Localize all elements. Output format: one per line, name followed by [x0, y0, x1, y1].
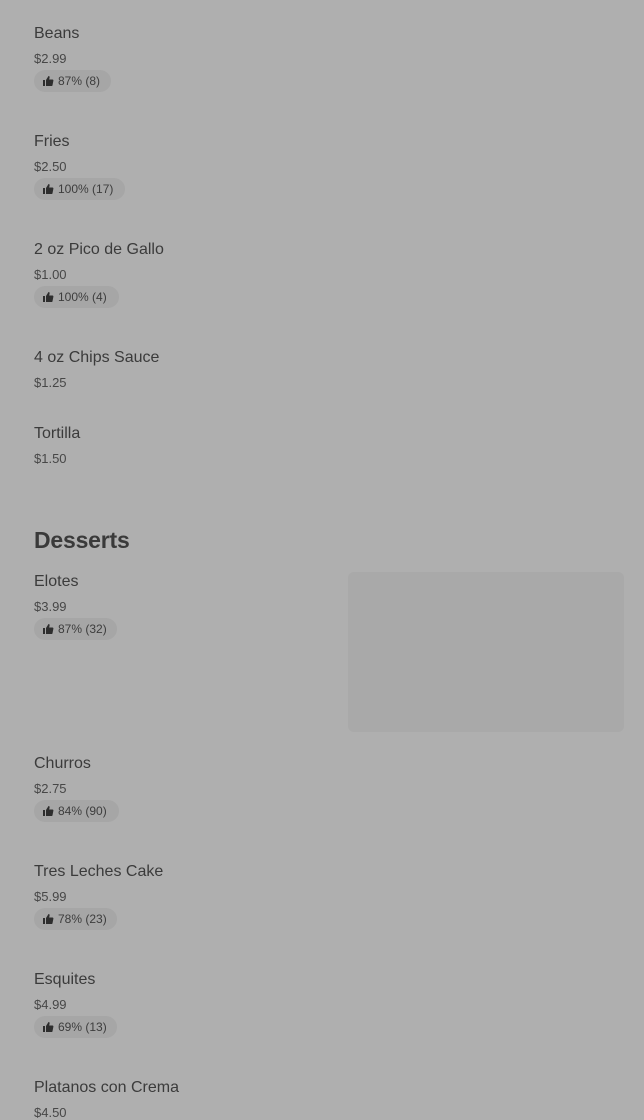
item-name: Platanos con Crema [34, 1079, 179, 1096]
menu-item-churros[interactable]: Churros $2.75 84% (90) [34, 754, 334, 822]
item-name: Churros [34, 755, 91, 772]
item-price: $3.99 [34, 599, 67, 614]
thumbs-up-icon [42, 805, 54, 817]
rating-text: 100% (4) [58, 290, 107, 304]
menu-item-pico-de-gallo[interactable]: 2 oz Pico de Gallo $1.00 100% (4) [34, 240, 334, 308]
item-price: $2.99 [34, 51, 67, 66]
thumbs-up-icon [42, 623, 54, 635]
thumbs-up-icon [42, 183, 54, 195]
item-name: 2 oz Pico de Gallo [34, 241, 164, 258]
menu-item-beans[interactable]: Beans $2.99 87% (8) [34, 24, 334, 92]
thumbs-up-icon [42, 291, 54, 303]
thumbs-up-icon [42, 913, 54, 925]
item-price: $2.50 [34, 159, 67, 174]
rating-badge: 100% (4) [34, 286, 119, 308]
item-price: $4.50 [34, 1105, 67, 1120]
item-name: Esquites [34, 971, 96, 988]
rating-badge: 100% (17) [34, 178, 125, 200]
rating-text: 84% (90) [58, 804, 107, 818]
rating-text: 87% (32) [58, 622, 107, 636]
item-name: Fries [34, 133, 70, 150]
thumbs-up-icon [42, 75, 54, 87]
menu-item-tres-leches-cake[interactable]: Tres Leches Cake $5.99 78% (23) [34, 862, 334, 930]
rating-text: 100% (17) [58, 182, 114, 196]
menu-item-platanos-con-crema[interactable]: Platanos con Crema $4.50 [34, 1078, 334, 1120]
menu-item-esquites[interactable]: Esquites $4.99 69% (13) [34, 970, 334, 1038]
rating-text: 69% (13) [58, 1020, 107, 1034]
item-price: $2.75 [34, 781, 67, 796]
rating-badge: 87% (8) [34, 70, 111, 92]
item-name: Beans [34, 25, 80, 42]
item-price: $1.25 [34, 375, 67, 390]
section-title-desserts: Desserts [34, 527, 130, 553]
item-price: $5.99 [34, 889, 67, 904]
rating-badge: 87% (32) [34, 618, 117, 640]
item-price: $1.50 [34, 451, 67, 466]
menu-list: Beans $2.99 87% (8) Fries $2.50 100% (17… [0, 0, 644, 1120]
item-price: $1.00 [34, 267, 67, 282]
rating-text: 78% (23) [58, 912, 107, 926]
item-name: 4 oz Chips Sauce [34, 349, 160, 366]
thumbs-up-icon [42, 1021, 54, 1033]
item-name: Tres Leches Cake [34, 863, 164, 880]
rating-badge: 78% (23) [34, 908, 117, 930]
item-price: $4.99 [34, 997, 67, 1012]
menu-item-chips-sauce[interactable]: 4 oz Chips Sauce $1.25 [34, 348, 334, 390]
rating-badge: 84% (90) [34, 800, 119, 822]
elotes-image[interactable] [348, 572, 624, 732]
rating-badge: 69% (13) [34, 1016, 117, 1038]
menu-item-elotes[interactable]: Elotes $3.99 87% (32) [34, 572, 334, 640]
item-name: Elotes [34, 573, 79, 590]
menu-item-fries[interactable]: Fries $2.50 100% (17) [34, 132, 334, 200]
rating-text: 87% (8) [58, 74, 101, 88]
item-name: Tortilla [34, 425, 81, 442]
menu-item-tortilla[interactable]: Tortilla $1.50 [34, 424, 334, 466]
